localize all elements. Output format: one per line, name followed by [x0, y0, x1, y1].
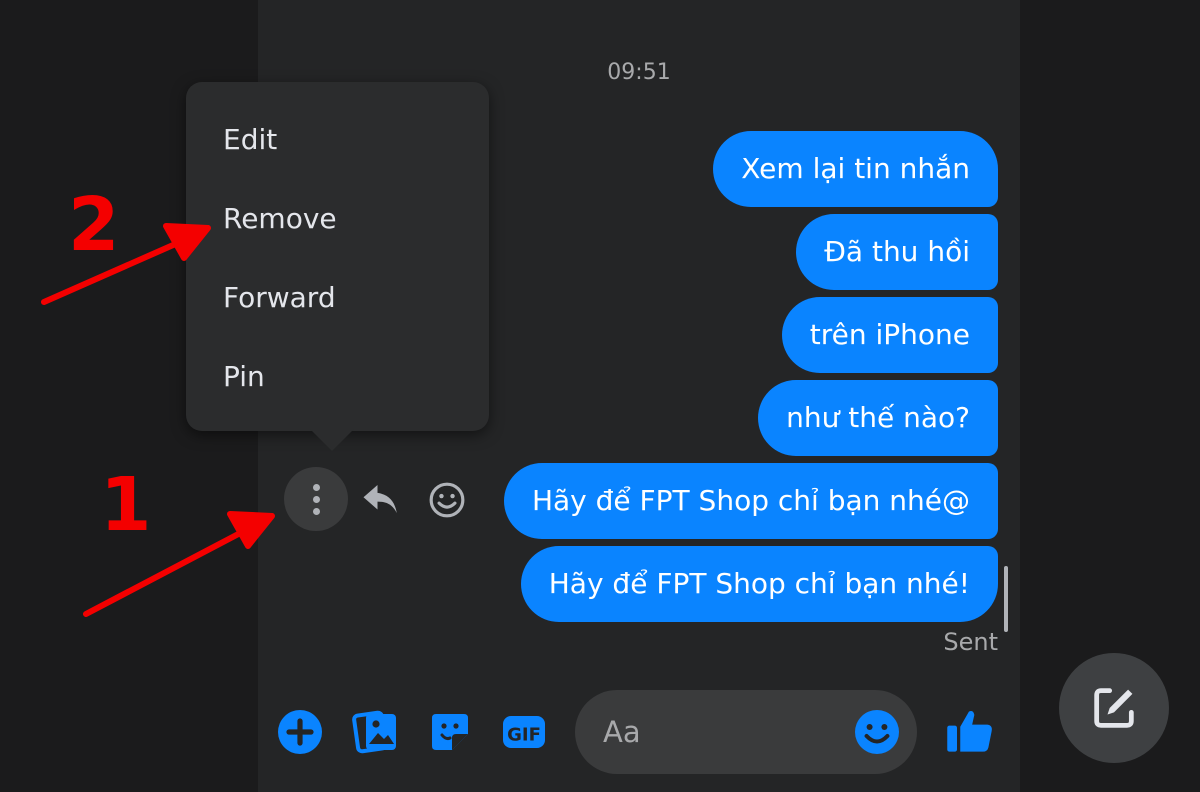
arrow-to-more-button: [83, 527, 249, 617]
arrow-to-remove-head: [163, 223, 211, 261]
annotation-arrows: [41, 223, 275, 617]
arrow-to-more-button-head: [227, 511, 275, 549]
arrow-to-remove: [41, 239, 183, 305]
